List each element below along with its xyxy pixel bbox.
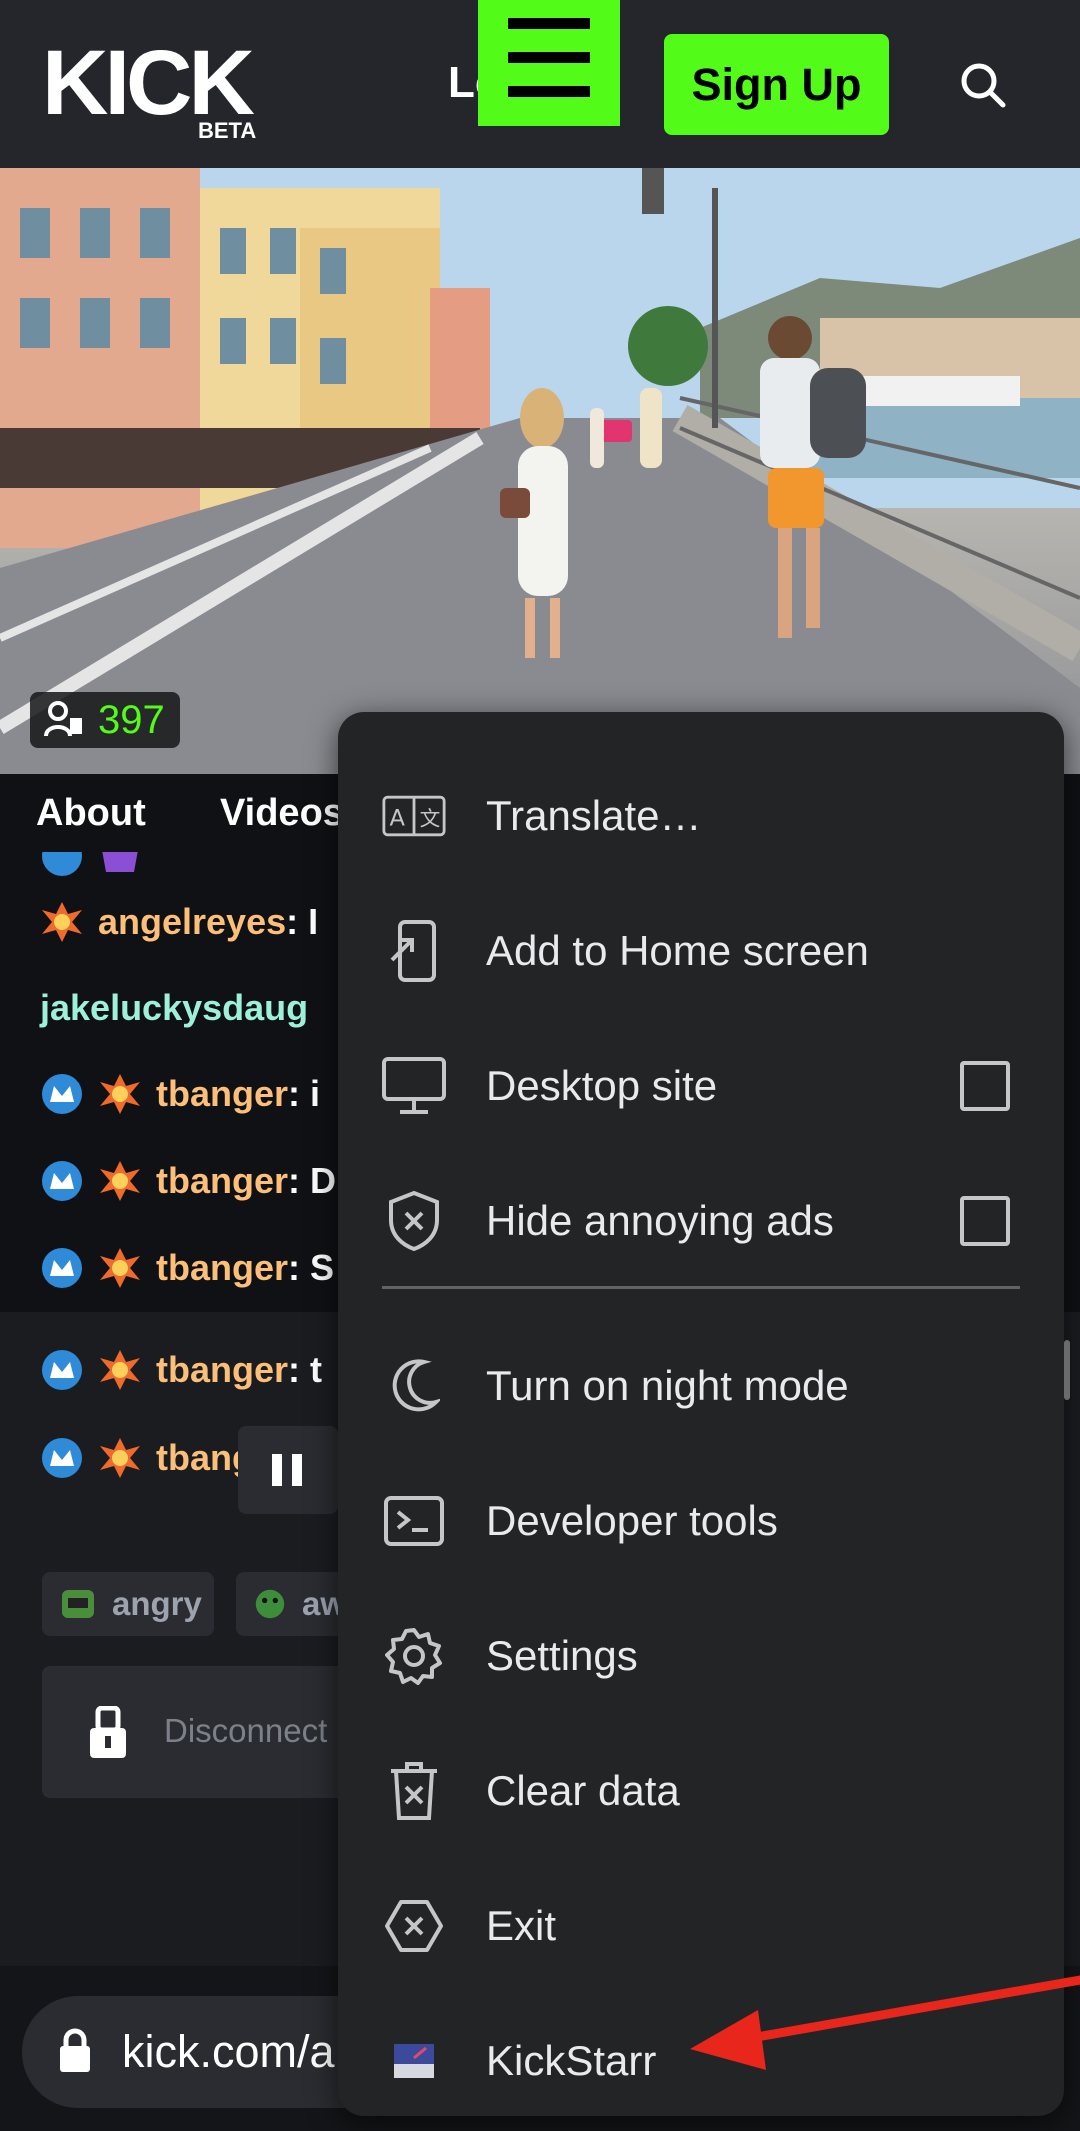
viewer-count-badge: 397 — [30, 692, 180, 748]
angry-emote-icon — [62, 1590, 94, 1618]
tab-videos[interactable]: Videos — [220, 792, 344, 835]
menu-item-label: Translate… — [486, 792, 702, 839]
shield-x-icon — [382, 1189, 446, 1253]
terminal-icon — [382, 1489, 446, 1553]
top-header: KICK BETA Lo Sign Up — [0, 0, 1080, 168]
lock-icon — [60, 2028, 90, 2072]
browser-overflow-menu: A 文 Translate… Add to Home screen Deskto… — [338, 712, 1064, 2116]
hamburger-menu-button[interactable] — [478, 0, 620, 126]
kickstarr-extension-icon — [382, 2029, 446, 2093]
kick-logo[interactable]: KICK BETA — [40, 38, 270, 142]
chat-message: tbanger: S — [40, 1238, 334, 1298]
gear-icon — [382, 1624, 446, 1688]
menu-divider — [382, 1286, 1020, 1289]
desktop-icon — [382, 1054, 446, 1118]
sign-up-button[interactable]: Sign Up — [664, 34, 889, 135]
search-icon[interactable] — [958, 60, 1008, 110]
hamburger-icon-line — [508, 86, 590, 97]
explosion-emoji-icon — [100, 1350, 140, 1390]
chat-text: : D — [288, 1160, 337, 1201]
tab-about[interactable]: About — [36, 792, 146, 835]
moderator-badge-icon — [42, 1350, 82, 1390]
chat-text: : i — [288, 1073, 321, 1114]
menu-item-label: Clear data — [486, 1767, 680, 1814]
menu-item-add-to-home[interactable]: Add to Home screen — [338, 895, 1064, 1007]
gem-badge-icon — [102, 852, 138, 872]
chat-text: : t — [288, 1349, 322, 1390]
aw-emote-icon — [255, 1589, 285, 1619]
moderator-badge-icon — [42, 1074, 82, 1114]
explosion-emoji-icon — [100, 1438, 140, 1478]
moderator-badge-icon — [42, 1161, 82, 1201]
menu-item-label: KickStarr — [486, 2037, 657, 2084]
chat-username[interactable]: tbanger — [156, 1349, 288, 1391]
moderator-badge-icon — [42, 1438, 82, 1478]
pause-icon — [272, 1454, 302, 1486]
menu-item-label: Hide annoying ads — [486, 1197, 834, 1244]
hamburger-icon — [508, 18, 590, 29]
viewers-icon — [44, 701, 82, 737]
chat-text: : I — [286, 901, 319, 942]
explosion-emoji-icon — [100, 1074, 140, 1114]
menu-item-translate[interactable]: A 文 Translate… — [338, 760, 1064, 872]
chat-username[interactable]: tbanger — [156, 1073, 288, 1115]
menu-item-hide-ads[interactable]: Hide annoying ads — [338, 1165, 1064, 1277]
translate-icon: A 文 — [382, 784, 446, 848]
desktop-site-checkbox[interactable] — [960, 1061, 1010, 1111]
menu-item-label: Turn on night mode — [486, 1362, 849, 1409]
svg-text:A: A — [390, 805, 406, 831]
address-text: kick.com/a — [122, 2026, 335, 2077]
trash-icon — [382, 1759, 446, 1823]
explosion-emoji-icon — [100, 1248, 140, 1288]
chat-message: angelreyes: I — [40, 892, 318, 952]
menu-item-exit[interactable]: Exit — [338, 1870, 1064, 1982]
exit-icon — [382, 1894, 446, 1958]
scrollbar-indicator[interactable] — [1064, 1340, 1070, 1400]
menu-item-label: Developer tools — [486, 1497, 778, 1544]
chat-message: tbanger: D — [40, 1151, 336, 1211]
emote-chip-aw[interactable]: aw — [236, 1572, 346, 1636]
video-player[interactable]: 397 — [0, 168, 1080, 774]
chat-input-placeholder: Disconnect — [164, 1712, 328, 1749]
chat-pause-button[interactable] — [238, 1426, 338, 1514]
hamburger-icon-line — [508, 52, 590, 63]
menu-item-kickstarr[interactable]: KickStarr — [338, 2005, 1064, 2117]
explosion-emoji-icon — [100, 1161, 140, 1201]
moderator-badge-icon — [42, 1248, 82, 1288]
chat-message: tbanger: t — [40, 1340, 322, 1400]
chat-username[interactable]: tbanger — [156, 1160, 288, 1202]
logo-badge: BETA — [198, 118, 256, 142]
viewer-count: 397 — [98, 697, 165, 742]
video-frame — [0, 168, 1080, 774]
moon-icon — [382, 1354, 446, 1418]
emote-chip-angry[interactable]: angry — [42, 1572, 214, 1636]
add-to-home-icon — [382, 919, 446, 983]
menu-item-clear-data[interactable]: Clear data — [338, 1735, 1064, 1847]
menu-item-settings[interactable]: Settings — [338, 1600, 1064, 1712]
chat-username[interactable]: jakeluckysdaug — [40, 987, 308, 1029]
chat-message: jakeluckysdaug — [40, 978, 308, 1038]
menu-item-desktop-site[interactable]: Desktop site — [338, 1030, 1064, 1142]
menu-item-label: Desktop site — [486, 1062, 718, 1109]
explosion-emoji-icon — [42, 902, 82, 942]
hide-ads-checkbox[interactable] — [960, 1196, 1010, 1246]
emote-chip-label: angry — [112, 1585, 202, 1622]
kick-badge-icon — [42, 852, 82, 876]
chat-line-partial — [40, 852, 156, 886]
menu-item-developer-tools[interactable]: Developer tools — [338, 1465, 1064, 1577]
menu-item-label: Settings — [486, 1632, 638, 1679]
chat-username[interactable]: tbanger — [156, 1247, 288, 1289]
menu-item-night-mode[interactable]: Turn on night mode — [338, 1330, 1064, 1442]
menu-item-label: Add to Home screen — [486, 927, 869, 974]
menu-item-label: Exit — [486, 1902, 557, 1949]
svg-text:文: 文 — [420, 806, 441, 830]
chat-message: tbanger: i — [40, 1064, 320, 1124]
chat-username[interactable]: angelreyes — [98, 901, 286, 943]
chat-text: : S — [288, 1247, 335, 1288]
lock-icon — [90, 1706, 126, 1758]
